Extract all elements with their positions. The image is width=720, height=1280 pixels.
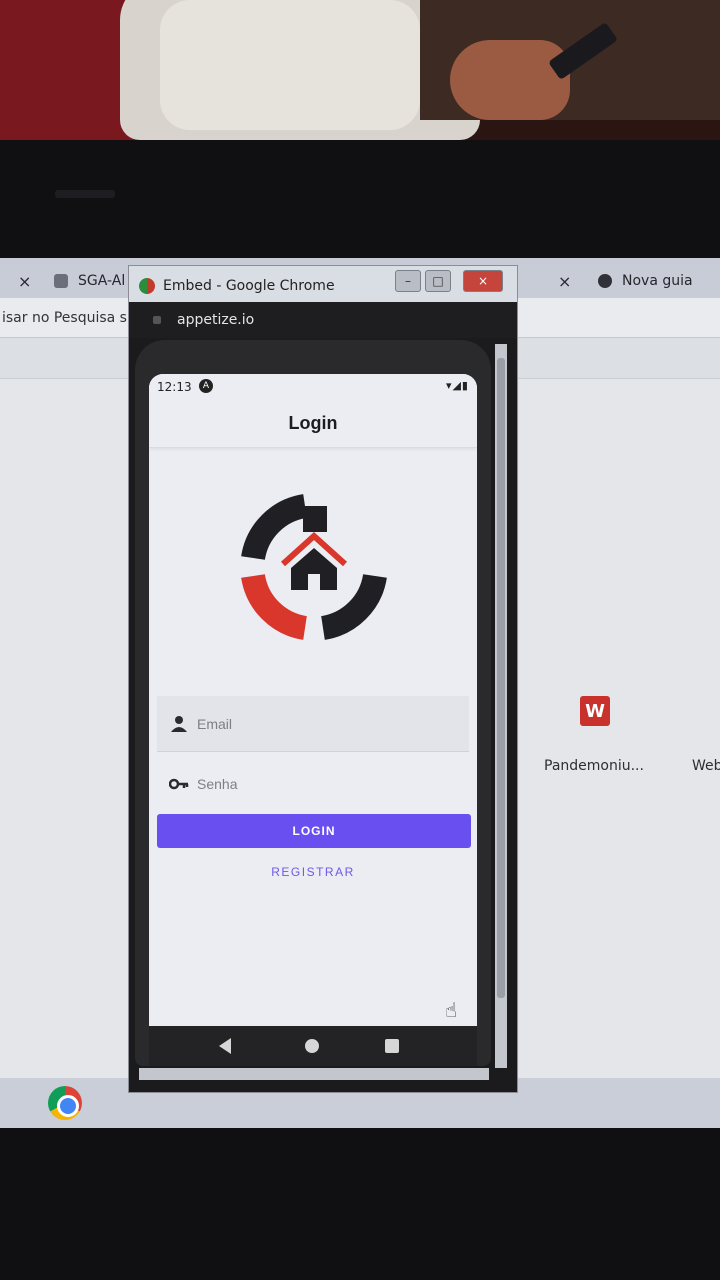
home-icon[interactable] (305, 1039, 319, 1053)
register-button[interactable]: REGISTRAR (249, 860, 377, 884)
chrome-favicon-icon (139, 278, 155, 294)
password-input[interactable] (197, 770, 457, 798)
status-time: 12:13 (157, 380, 192, 394)
embed-window-title: Embed - Google Chrome (163, 278, 335, 294)
notification-badge-icon: A (199, 379, 213, 393)
embed-url-bar: appetize.io (129, 302, 517, 338)
shortcut-pandemonium-label[interactable]: Pandemoniu... (544, 758, 644, 774)
shortcut-pandemonium-icon[interactable]: W (580, 696, 610, 726)
logo-door (308, 574, 320, 590)
page-title: Login (288, 413, 338, 433)
embed-url: appetize.io (177, 312, 255, 328)
person-icon (171, 716, 187, 732)
laptop-bezel-detail (55, 190, 115, 198)
login-button[interactable]: LOGIN (157, 814, 471, 848)
phone-device: 12:13 A ▾◢▮ Login Email LOGIN REGISTRAR … (135, 340, 491, 1066)
vertical-scrollbar[interactable] (495, 344, 507, 1068)
phone-screen: 12:13 A ▾◢▮ Login Email LOGIN REGISTRAR … (149, 374, 477, 1026)
key-icon (169, 778, 189, 790)
status-bar: 12:13 A ▾◢▮ (149, 374, 477, 400)
browser-tab-sga[interactable]: SGA-Al (54, 264, 125, 298)
globe-icon (598, 274, 612, 288)
hand-cursor-icon: ☝ (445, 998, 458, 1022)
close-button[interactable]: × (463, 270, 503, 292)
shortcut-web-label[interactable]: Web (692, 758, 720, 774)
scrollbar-thumb[interactable] (497, 358, 505, 998)
chrome-taskbar-icon[interactable] (48, 1086, 82, 1120)
background-person-shirt-highlight (160, 0, 420, 130)
browser-tab-close-2[interactable]: × (558, 264, 571, 298)
email-input[interactable] (197, 710, 457, 738)
back-icon[interactable] (219, 1038, 231, 1054)
browser-tab-nova-guia[interactable]: Nova guia (598, 264, 693, 298)
minimize-button[interactable]: – (395, 270, 421, 292)
embed-window: Embed - Google Chrome – □ × appetize.io … (128, 265, 518, 1093)
signal-battery-icon: ▾◢▮ (445, 379, 469, 392)
maximize-button[interactable]: □ (425, 270, 451, 292)
address-text: isar no Pesquisa s (2, 310, 127, 326)
email-field[interactable] (157, 696, 469, 752)
recent-apps-icon[interactable] (385, 1039, 399, 1053)
close-icon[interactable]: × (18, 272, 31, 291)
tab-label: SGA-Al (78, 273, 126, 289)
background-hand (450, 40, 570, 120)
close-icon[interactable]: × (558, 272, 571, 291)
tab-label: Nova guia (622, 273, 693, 289)
horizontal-scrollbar[interactable] (139, 1068, 489, 1080)
embed-title-bar: Embed - Google Chrome – □ × (129, 266, 517, 302)
browser-tab-close[interactable]: × (18, 264, 31, 298)
android-nav-bar (149, 1026, 477, 1066)
app-logo-icon (241, 494, 387, 640)
background-photo (0, 0, 720, 140)
puzzle-icon (54, 274, 68, 288)
password-field[interactable] (157, 756, 469, 812)
lock-icon (153, 316, 161, 324)
app-bar: Login (149, 400, 477, 448)
